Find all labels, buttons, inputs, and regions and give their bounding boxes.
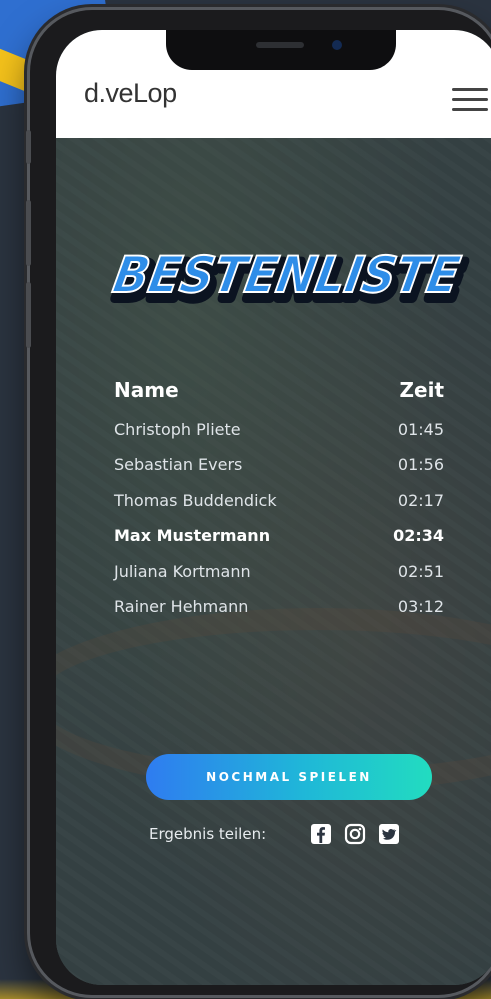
phone-mute-switch <box>26 130 31 164</box>
player-name: Max Mustermann <box>114 526 271 546</box>
hamburger-menu-icon[interactable] <box>452 88 488 111</box>
player-time: 02:17 <box>397 490 444 510</box>
column-header-name: Name <box>114 378 179 402</box>
player-name: Sebastian Evers <box>114 455 243 475</box>
table-row: Christoph Pliete 01:45 <box>114 412 444 447</box>
player-name: Juliana Kortmann <box>114 561 251 581</box>
column-header-time: Zeit <box>399 378 444 402</box>
phone-volume-down <box>26 282 31 348</box>
phone-volume-up <box>26 200 31 266</box>
leaderboard-table: Name Zeit Christoph Pliete 01:45 Sebasti… <box>114 378 444 624</box>
table-row-current-player: Max Mustermann 02:34 <box>114 518 444 553</box>
phone-frame: d.veLop BESTENLISTE BESTENLISTE Name Zei… <box>26 10 491 995</box>
player-time: 02:51 <box>397 561 444 581</box>
brand-logo[interactable]: d.veLop <box>84 78 177 109</box>
table-row: Thomas Buddendick 02:17 <box>114 483 444 518</box>
table-row: Sebastian Evers 01:56 <box>114 447 444 482</box>
player-time: 03:12 <box>397 596 444 616</box>
play-again-button[interactable]: NOCHMAL SPIELEN <box>146 754 432 800</box>
player-name: Thomas Buddendick <box>114 490 277 510</box>
ghost-label-right <box>476 938 482 959</box>
ghost-label-left <box>82 938 88 959</box>
phone-notch <box>166 30 396 70</box>
table-header: Name Zeit <box>114 378 444 402</box>
leaderboard-screen: BESTENLISTE BESTENLISTE Name Zeit Christ… <box>56 138 491 985</box>
front-camera <box>332 40 342 50</box>
player-time: 01:45 <box>397 420 444 439</box>
speaker-grille <box>256 42 304 48</box>
twitter-icon[interactable] <box>378 823 400 845</box>
player-name: Rainer Hehmann <box>114 596 249 616</box>
background-footer-ghost <box>82 938 482 959</box>
table-row: Rainer Hehmann 03:12 <box>114 589 444 624</box>
table-row: Juliana Kortmann 02:51 <box>114 554 444 589</box>
share-row: Ergebnis teilen: <box>149 822 439 846</box>
player-name: Christoph Pliete <box>114 420 241 439</box>
title-text: BESTENLISTE <box>109 245 464 304</box>
player-time: 02:34 <box>393 526 444 546</box>
facebook-icon[interactable] <box>310 823 332 845</box>
share-label: Ergebnis teilen: <box>149 825 267 843</box>
player-time: 01:56 <box>397 455 444 475</box>
phone-screen: d.veLop BESTENLISTE BESTENLISTE Name Zei… <box>56 30 491 985</box>
leaderboard-title: BESTENLISTE BESTENLISTE <box>107 244 472 315</box>
instagram-icon[interactable] <box>344 823 366 845</box>
